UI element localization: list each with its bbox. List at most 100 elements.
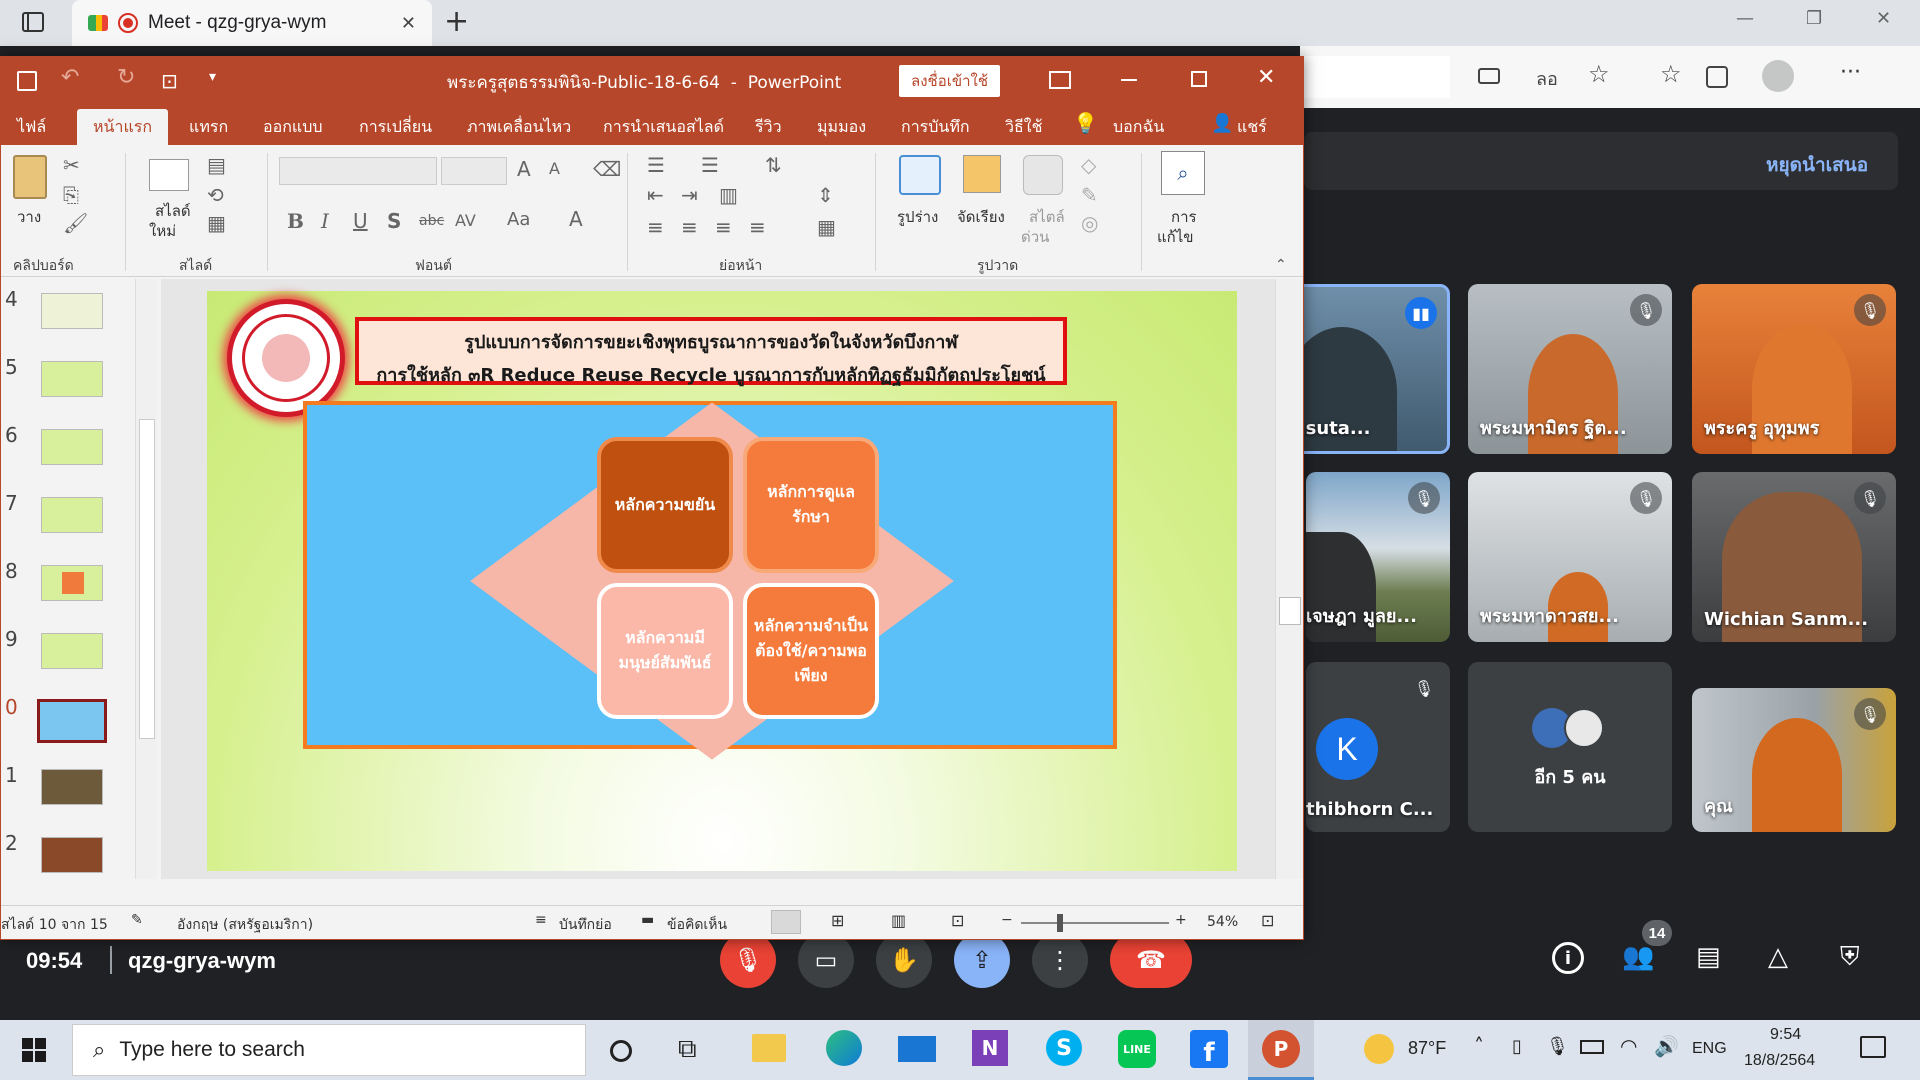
ppt-minimize-button[interactable] <box>1121 79 1137 81</box>
end-call-button[interactable]: ☎ <box>1110 932 1192 988</box>
justify-icon[interactable]: ≡ <box>749 215 766 239</box>
clock-time[interactable]: 9:54 <box>1770 1026 1801 1044</box>
shadow-button[interactable]: S <box>387 209 401 233</box>
start-slideshow-icon[interactable]: ⊡ <box>161 69 178 93</box>
restore-button[interactable]: ❐ <box>1806 8 1822 29</box>
tell-me-input[interactable]: บอกฉัน <box>1113 115 1164 140</box>
save-icon[interactable] <box>17 71 37 91</box>
input-language[interactable]: ENG <box>1692 1040 1727 1058</box>
stop-presenting-button[interactable]: หยุดนำเสนอ <box>1766 150 1868 180</box>
line-spacing-icon[interactable]: ⇅ <box>765 153 782 177</box>
tab-insert[interactable]: แทรก <box>189 115 228 140</box>
add-favorite-icon[interactable]: ☆ <box>1588 60 1610 88</box>
collapse-ribbon-icon[interactable]: ⌃ <box>1275 257 1287 273</box>
tab-recording[interactable]: การบันทึก <box>901 115 970 140</box>
clear-format-icon[interactable]: ⌫ <box>593 157 621 181</box>
more-options-button[interactable]: ⋮ <box>1032 932 1088 988</box>
notes-icon[interactable]: ≡ <box>535 912 547 928</box>
zoom-in-button[interactable]: + <box>1175 912 1187 928</box>
camera-icon[interactable] <box>1478 68 1500 84</box>
participant-tile[interactable]: 🎙 พระครู อุทุมพร <box>1692 284 1896 454</box>
find-icon[interactable]: ⌕ <box>1161 151 1205 195</box>
chat-icon[interactable]: ▤ <box>1696 942 1721 972</box>
slide-thumbnail[interactable] <box>41 361 103 397</box>
tab-help[interactable]: วิธีใช้ <box>1005 115 1042 140</box>
arrange-label[interactable]: จัดเรียง <box>957 205 1005 229</box>
slide-thumbnail[interactable] <box>41 837 103 873</box>
comments-button[interactable]: ข้อคิดเห็น <box>667 914 727 936</box>
battery-icon[interactable] <box>1580 1040 1604 1054</box>
tab-slideshow[interactable]: การนำเสนอสไลด์ <box>603 115 724 140</box>
participant-tile[interactable]: 🎙 คุณ <box>1692 688 1896 832</box>
slide-thumbnail[interactable] <box>41 633 103 669</box>
numbering-icon[interactable]: ☰ <box>701 153 719 177</box>
minimize-button[interactable]: — <box>1736 8 1754 29</box>
reading-view-icon[interactable]: ▥ <box>891 911 906 930</box>
ppt-close-button[interactable]: ✕ <box>1257 65 1275 90</box>
camera-button[interactable]: ▭ <box>798 932 854 988</box>
slide-thumbnail[interactable] <box>41 769 103 805</box>
clock-date[interactable]: 18/8/2564 <box>1744 1052 1815 1070</box>
microphone-tray-icon[interactable]: 🎙 <box>1546 1036 1569 1057</box>
decrease-indent-icon[interactable]: ⇤ <box>647 183 664 207</box>
paste-icon[interactable] <box>13 155 47 199</box>
thumb-scrollbar[interactable] <box>135 279 157 879</box>
line-app-icon[interactable]: LINE <box>1118 1030 1156 1068</box>
text-direction-icon[interactable]: ⇕ <box>817 183 834 207</box>
arrange-icon[interactable] <box>963 155 1001 193</box>
file-explorer-icon[interactable] <box>752 1034 786 1062</box>
format-painter-icon[interactable]: 🖌 <box>63 211 88 235</box>
copy-icon[interactable]: ⎘ <box>63 183 79 207</box>
tab-file[interactable]: ไฟล์ <box>17 115 46 140</box>
slide-thumbnail[interactable] <box>41 565 103 601</box>
zoom-slider-thumb[interactable] <box>1057 914 1063 932</box>
increase-indent-icon[interactable]: ⇥ <box>681 183 698 207</box>
cortana-icon[interactable] <box>610 1040 632 1062</box>
font-size-select[interactable] <box>441 157 507 185</box>
task-view-icon[interactable]: ⧉ <box>678 1034 697 1065</box>
info-icon[interactable]: i <box>1552 942 1584 974</box>
tab-home[interactable]: หน้าแรก <box>77 109 169 150</box>
slide-thumbnail[interactable] <box>41 429 103 465</box>
shapes-label[interactable]: รูปร่าง <box>897 205 938 229</box>
edge-icon[interactable] <box>826 1030 862 1066</box>
weather-temp[interactable]: 87°F <box>1408 1038 1446 1059</box>
change-case-button[interactable]: Aa <box>507 209 530 230</box>
address-bar[interactable] <box>1300 56 1450 98</box>
wifi-icon[interactable]: ◠ <box>1620 1034 1637 1058</box>
volume-icon[interactable]: 🔊 <box>1654 1034 1679 1058</box>
zoom-slider[interactable] <box>1021 922 1169 924</box>
fit-slide-icon[interactable]: ⊡ <box>1261 911 1274 930</box>
new-slide-icon[interactable] <box>149 159 189 191</box>
increase-font-icon[interactable]: A <box>517 157 531 181</box>
tab-close-icon[interactable]: ✕ <box>401 13 416 34</box>
layout-icon[interactable]: ▤ <box>207 153 226 177</box>
comments-icon[interactable]: ▬ <box>641 912 654 928</box>
slide-thumbnail[interactable] <box>41 293 103 329</box>
align-center-icon[interactable]: ≡ <box>681 215 698 239</box>
share-button[interactable]: แชร์ <box>1237 115 1267 140</box>
spellcheck-icon[interactable]: ✎ <box>131 912 143 928</box>
participant-tile[interactable]: K 🎙 thibhorn C... <box>1306 662 1450 832</box>
editing-label-2[interactable]: แก้ไข <box>1157 225 1194 249</box>
underline-button[interactable]: U <box>353 209 368 233</box>
cut-icon[interactable]: ✂ <box>63 153 80 177</box>
tab-meet[interactable]: Meet - qzg-grya-wym ✕ <box>72 0 432 46</box>
tab-view[interactable]: มุมมอง <box>817 115 866 140</box>
windows-start-icon[interactable] <box>22 1038 46 1062</box>
new-tab-button[interactable]: + <box>444 4 469 39</box>
close-window-button[interactable]: ✕ <box>1876 8 1891 29</box>
slide-sorter-icon[interactable]: ⊞ <box>831 911 844 930</box>
raise-hand-button[interactable]: ✋ <box>876 932 932 988</box>
tab-animations[interactable]: ภาพเคลื่อนไหว <box>467 115 571 140</box>
participant-tile[interactable]: 🎙 พระมหามิตร ฐิต... <box>1468 284 1672 454</box>
section-icon[interactable]: ▦ <box>207 211 226 235</box>
profile-icon[interactable] <box>1762 60 1794 92</box>
onenote-icon[interactable]: N <box>972 1030 1008 1066</box>
sidebar-toggle-icon[interactable] <box>22 12 44 32</box>
more-participants-tile[interactable]: อีก 5 คน <box>1468 662 1672 832</box>
notes-button[interactable]: บันทึกย่อ <box>559 914 612 936</box>
powerpoint-taskbar-icon[interactable]: P <box>1248 1020 1314 1080</box>
char-spacing-button[interactable]: AV <box>455 211 476 230</box>
slideshow-view-icon[interactable]: ⊡ <box>951 911 964 930</box>
